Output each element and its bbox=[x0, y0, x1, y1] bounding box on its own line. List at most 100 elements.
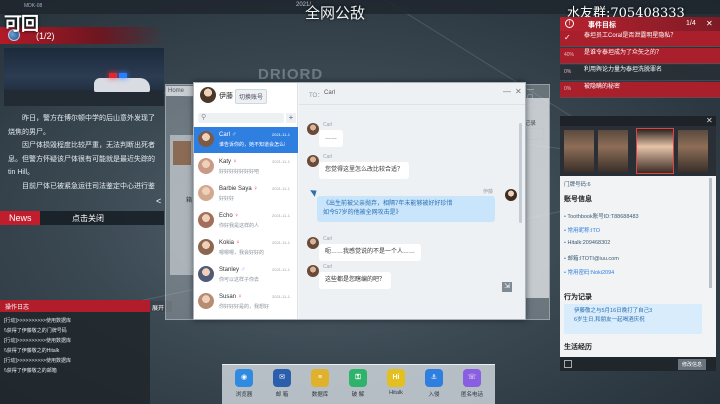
window-controls-icon[interactable]: — ▢ ✕ bbox=[527, 86, 549, 109]
message-bubble[interactable]: …… bbox=[319, 130, 343, 147]
news-prev-icon[interactable]: < bbox=[156, 196, 161, 206]
contact-name: Echo ♀ bbox=[219, 213, 239, 219]
contact-date: 2021-11-1 bbox=[272, 159, 290, 164]
profile-photo[interactable] bbox=[564, 130, 594, 172]
message-bubble[interactable]: 《出生前被父亲抛弃，相隔7年未能够被好好珍惜 如今57岁的他被全网攻击是》 bbox=[317, 196, 495, 222]
profile-scrollbar[interactable] bbox=[709, 178, 712, 288]
dock-item[interactable]: ☏ 匿名电话 bbox=[458, 369, 486, 403]
close-icon[interactable]: ✕ bbox=[706, 116, 713, 125]
log-line: \\获得了伊藤敬之的门牌号码 bbox=[4, 328, 67, 334]
profile-body: 门牌号码:6 账号信息 • Toothbook账号ID:T88688483 • 常… bbox=[560, 176, 706, 371]
objective-text: 利用舆论力量为泰坦洗脱罪名 bbox=[584, 67, 663, 73]
dock-label: 浏览器 bbox=[235, 392, 253, 398]
message-sender: Carl bbox=[323, 122, 333, 128]
browser-tab[interactable]: Home bbox=[166, 86, 196, 96]
message-bubble[interactable]: 呃……我感觉说的不是一个人…… bbox=[319, 244, 422, 261]
chat-tool-icon[interactable]: ⇲ bbox=[502, 282, 512, 292]
account-item[interactable]: • Hitalk:209468302 bbox=[564, 240, 610, 246]
behavior-text: 伊藤敬之与5月16日晚打了自己3 6岁生日,和朋友一起喝酒庆祝 bbox=[574, 308, 653, 323]
dock-item[interactable]: ✉ 邮 箱 bbox=[268, 369, 296, 403]
message-bubble[interactable]: 您觉得这里怎么改比较合适？ bbox=[319, 162, 410, 179]
dock-item[interactable]: Hi Hitalk bbox=[382, 369, 410, 403]
objective-text: 被隐瞒的秘密 bbox=[584, 84, 621, 90]
account-item[interactable]: • Toothbook账号ID:T88688483 bbox=[564, 212, 639, 220]
contact-item[interactable]: Carl ♂ 谁告诉你的，她不知道会怎么样 2021-11-1 bbox=[194, 127, 298, 153]
contact-item[interactable]: Katy ♀ 好好好好好好好吧 2021-11-1 bbox=[194, 154, 298, 180]
profile-photo[interactable] bbox=[678, 130, 708, 172]
contact-last-message: 嗯嗯嗯，我会好好的 bbox=[219, 250, 265, 256]
account-item[interactable]: • 常用昵称:ITO bbox=[564, 226, 600, 234]
dock-item[interactable]: ⚓ 入侵 bbox=[420, 369, 448, 403]
hitalk-icon: Hi bbox=[387, 369, 405, 387]
avatar bbox=[307, 265, 319, 277]
account-item[interactable]: • 常用密码:Noki2094 bbox=[564, 268, 614, 276]
contact-item[interactable]: Stanley ♂ 你可以这样子你去 2021-11-1 bbox=[194, 262, 298, 288]
app-dock: ◉ 浏览器 ✉ 邮 箱 ≡ 数据库 ⚿ 破 解 Hi Hitalk ⚓ 入侵 ☏ 匿名电话 bbox=[222, 364, 495, 404]
dock-label: 邮 箱 bbox=[275, 392, 289, 398]
objective-item[interactable]: 0% 利用舆论力量为泰坦洗脱罪名 bbox=[560, 65, 720, 81]
account-text: Toothbook账号ID:T88688483 bbox=[567, 214, 639, 220]
gender-icon: ♂ bbox=[240, 267, 246, 273]
news-line: 息。但警方怀疑该尸体很有可能就是最近失踪的 bbox=[8, 155, 155, 163]
contact-last-message: 你好好好是的，我想好 bbox=[219, 304, 270, 310]
account-item[interactable]: • 邮箱:ITOTI@iuu.com bbox=[564, 254, 619, 262]
profile-panel: ✕ 门牌号码:6 账号信息 • Toothbook账号ID:T88688483 •… bbox=[560, 116, 716, 371]
gender-icon: ♀ bbox=[232, 159, 238, 165]
contact-last-message: 好好好 bbox=[219, 196, 235, 202]
log-line: [行动]>>>>>>>>>>使用数据库 bbox=[4, 358, 71, 364]
record-box bbox=[526, 128, 544, 140]
add-contact-button[interactable]: + bbox=[286, 113, 296, 123]
edit-info-button[interactable]: 修改信息 bbox=[678, 359, 707, 370]
account-text: 常用昵称:ITO bbox=[567, 228, 601, 234]
behavior-record[interactable]: 伊藤敬之与5月16日晚打了自己3 6岁生日,和朋友一起喝酒庆祝 bbox=[564, 304, 702, 334]
objective-item[interactable]: 0% 被隐瞒的秘密 bbox=[560, 82, 720, 98]
gender-icon: ♀ bbox=[235, 240, 241, 246]
dock-item[interactable]: ≡ 数据库 bbox=[306, 369, 334, 403]
operation-log-title: 操作日志 bbox=[0, 300, 150, 312]
objective-progress: 0% bbox=[564, 86, 572, 92]
avatar bbox=[198, 158, 214, 174]
gender-icon: ♂ bbox=[231, 132, 237, 138]
news-page-count: (1/2) bbox=[36, 31, 55, 41]
gender-icon: ♀ bbox=[253, 186, 258, 192]
dock-label: 匿名电话 bbox=[460, 392, 483, 398]
search-icon: ⚲ bbox=[201, 114, 207, 121]
database-icon: ≡ bbox=[311, 369, 329, 387]
avatar bbox=[198, 266, 214, 282]
objective-progress: ✓ bbox=[564, 33, 571, 42]
objectives-header: ! 事件目标 1/4 ✕ bbox=[560, 17, 720, 31]
chat-scrollbar[interactable] bbox=[519, 123, 522, 223]
log-line: [行动]>>>>>>>>>>使用数据库 bbox=[4, 338, 71, 344]
behavior-section-title: 行为记录 bbox=[564, 294, 592, 301]
close-icon[interactable]: ✕ bbox=[515, 87, 522, 96]
box-label: 箱 bbox=[186, 198, 193, 204]
contact-item[interactable]: Barbie Saya ♀ 好好好 2021-11-1 bbox=[194, 181, 298, 207]
dock-item[interactable]: ⚿ 破 解 bbox=[344, 369, 372, 403]
gender-icon: ♀ bbox=[237, 294, 243, 300]
contact-search-input[interactable]: ⚲ bbox=[198, 113, 284, 123]
contact-date: 2021-11-1 bbox=[272, 267, 290, 272]
avatar bbox=[505, 189, 517, 201]
contact-item[interactable]: Echo ♀ 你好我是这样的人 2021-11-1 bbox=[194, 208, 298, 234]
news-close-button[interactable]: 点击关闭 bbox=[72, 213, 104, 224]
switch-account-button[interactable]: 切换账号 bbox=[235, 89, 268, 104]
contact-date: 2021-11-1 bbox=[272, 240, 290, 245]
profile-photo-main[interactable] bbox=[636, 128, 674, 174]
hook-icon: ⚓ bbox=[425, 369, 443, 387]
profile-photo[interactable] bbox=[598, 130, 628, 172]
news-tag: News bbox=[0, 211, 40, 225]
contact-date: 2021-11-1 bbox=[272, 132, 290, 137]
profile-header: ✕ bbox=[560, 116, 716, 126]
police-car bbox=[94, 78, 150, 92]
contact-item[interactable]: Susan ♀ 你好好好是的，我想好 2021-11-1 bbox=[194, 289, 298, 315]
objective-item[interactable]: ✓ 泰坦员工Coral是否泄露明星隐私？ bbox=[560, 31, 720, 47]
dock-item[interactable]: ◉ 浏览器 bbox=[230, 369, 258, 403]
objective-item[interactable]: 40% 是谁令泰坦成为了众矢之的？ bbox=[560, 48, 720, 64]
message-bubble[interactable]: 这些都是您瞎编的吧？ bbox=[319, 272, 392, 289]
browser-icon: ◉ bbox=[235, 369, 253, 387]
objectives-close-icon[interactable]: ✕ bbox=[706, 19, 713, 28]
minimize-icon[interactable]: — bbox=[503, 87, 511, 96]
avatar bbox=[198, 212, 214, 228]
checkbox-icon[interactable] bbox=[564, 360, 572, 368]
contact-item[interactable]: Kokia ♀ 嗯嗯嗯，我会好好的 2021-11-1 bbox=[194, 235, 298, 261]
